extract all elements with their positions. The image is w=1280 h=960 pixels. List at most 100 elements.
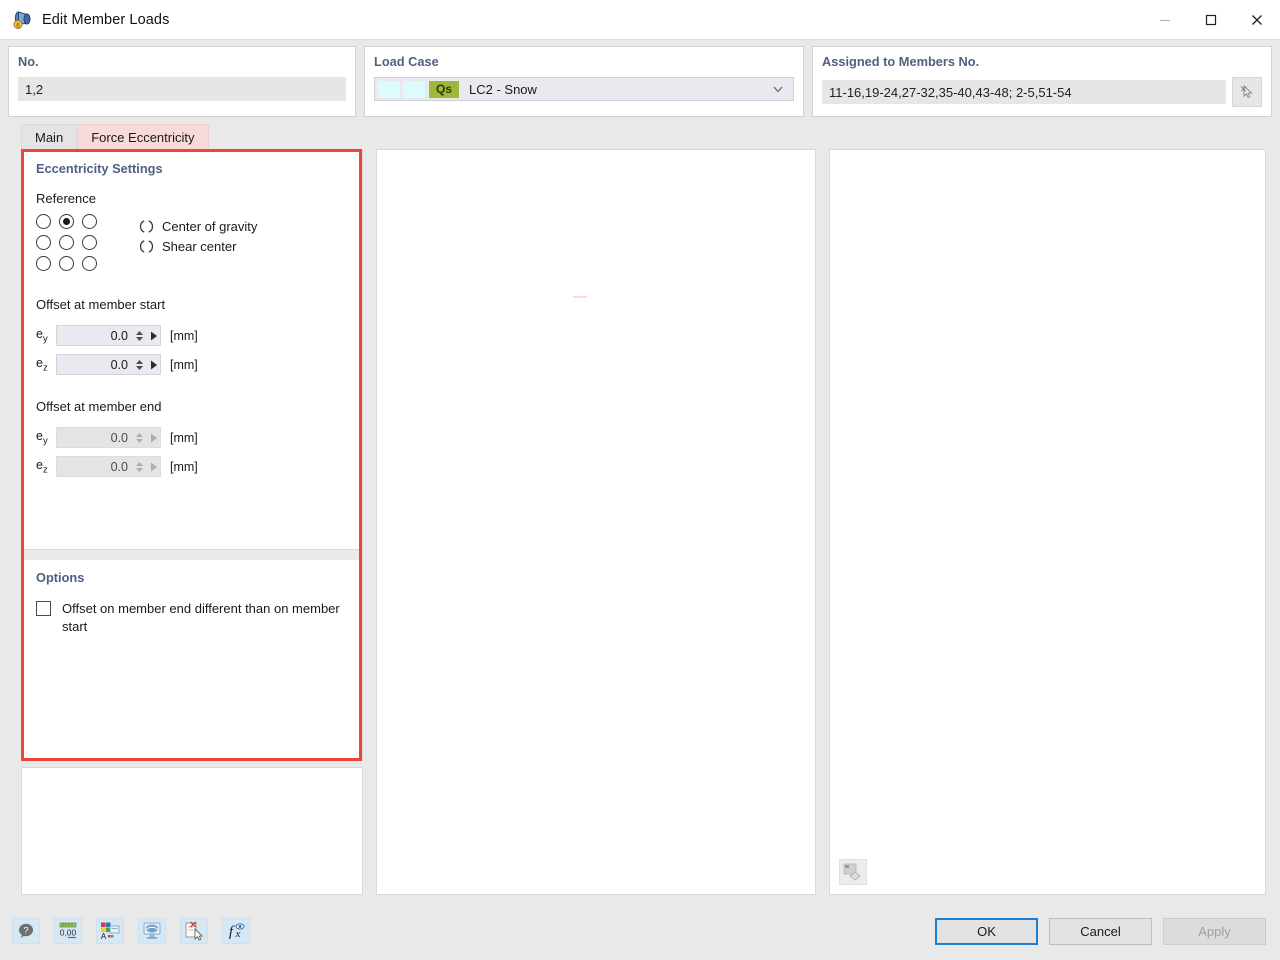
offset-different-checkbox-row[interactable]: Offset on member end different than on m… bbox=[36, 600, 348, 636]
minimize-icon bbox=[1160, 19, 1170, 21]
grid-radio-middle-left[interactable] bbox=[36, 235, 51, 250]
offset-end-ey-label: ey bbox=[36, 428, 48, 447]
spinner-up-down-icon bbox=[134, 432, 145, 443]
offset-start-ey-row: ey 0.0 [mm] bbox=[36, 321, 348, 350]
number-format-icon[interactable]: 0,00 bbox=[54, 918, 82, 944]
ok-button[interactable]: OK bbox=[935, 917, 1038, 945]
tabstrip: Main Force Eccentricity bbox=[0, 123, 1280, 149]
reference-label: Reference bbox=[36, 191, 96, 206]
no-group: No. 1,2 bbox=[8, 46, 356, 117]
edit-member-loads-dialog: 6 Edit Member Loads No. 1,2 Load Case Qs… bbox=[0, 0, 1280, 960]
load-case-tag: Qs bbox=[429, 80, 459, 98]
options-divider bbox=[22, 549, 362, 560]
svg-text:A: A bbox=[101, 932, 107, 941]
spinner-up-down-icon[interactable] bbox=[134, 359, 145, 370]
spinner-up-down-icon[interactable] bbox=[134, 330, 145, 341]
offset-start-ez-value: 0.0 bbox=[110, 357, 128, 372]
header-fields-row: No. 1,2 Load Case Qs LC2 - Snow Assigned… bbox=[0, 40, 1280, 121]
left-secondary-panel bbox=[21, 767, 363, 895]
assigned-members-field[interactable]: 11-16,19-24,27-32,35-40,43-48; 2-5,51-54 bbox=[822, 80, 1226, 104]
delete-document-icon[interactable] bbox=[180, 918, 208, 944]
assigned-members-group: Assigned to Members No. 11-16,19-24,27-3… bbox=[812, 46, 1272, 117]
no-group-title: No. bbox=[18, 54, 39, 69]
view-settings-icon[interactable] bbox=[138, 918, 166, 944]
svg-text:0,00: 0,00 bbox=[60, 928, 77, 938]
radio-unselected-icon bbox=[139, 219, 154, 234]
assigned-members-title: Assigned to Members No. bbox=[822, 54, 980, 69]
left-column: Eccentricity Settings Reference Center o… bbox=[21, 149, 363, 902]
reference-position-grid bbox=[36, 214, 105, 277]
offset-different-checkbox[interactable] bbox=[36, 601, 51, 616]
radio-unselected-icon bbox=[139, 239, 154, 254]
grid-radio-top-left[interactable] bbox=[36, 214, 51, 229]
tab-force-eccentricity[interactable]: Force Eccentricity bbox=[77, 124, 209, 149]
render-thumbnail-icon[interactable] bbox=[839, 859, 867, 885]
reference-option-label: Shear center bbox=[162, 238, 237, 254]
eccentricity-section-title: Eccentricity Settings bbox=[36, 161, 163, 176]
preview-marker bbox=[573, 296, 587, 298]
offset-start-ey-unit: [mm] bbox=[170, 328, 198, 343]
reference-option-label: Center of gravity bbox=[162, 218, 258, 234]
pick-cursor-icon bbox=[1240, 84, 1253, 99]
grid-radio-middle-right[interactable] bbox=[82, 235, 97, 250]
reference-options: Center of gravity Shear center bbox=[139, 214, 257, 277]
offset-start-ez-row: ez 0.0 [mm] bbox=[36, 350, 348, 379]
offset-end-ey-input[interactable]: 0.0 bbox=[56, 427, 161, 448]
close-icon bbox=[1252, 14, 1262, 25]
grid-radio-top-center[interactable] bbox=[59, 214, 74, 229]
offset-start-ey-value: 0.0 bbox=[110, 328, 128, 343]
offset-end-ez-label: ez bbox=[36, 457, 48, 476]
apply-button[interactable]: Apply bbox=[1163, 917, 1266, 945]
preview-panel[interactable] bbox=[376, 149, 816, 895]
offset-end-ey-unit: [mm] bbox=[170, 430, 198, 445]
spinner-up-down-icon bbox=[134, 461, 145, 472]
maximize-button[interactable] bbox=[1188, 0, 1234, 39]
offset-end-ez-unit: [mm] bbox=[170, 459, 198, 474]
load-case-group-title: Load Case bbox=[374, 54, 439, 69]
spinner-apply-icon[interactable] bbox=[147, 331, 160, 341]
eccentricity-settings-panel: Eccentricity Settings Reference Center o… bbox=[21, 149, 363, 761]
cancel-button[interactable]: Cancel bbox=[1049, 917, 1152, 945]
graphic-panel[interactable] bbox=[829, 149, 1266, 895]
offset-start-ez-label: ez bbox=[36, 355, 48, 374]
display-properties-icon[interactable]: A bbox=[96, 918, 124, 944]
pick-members-button[interactable] bbox=[1232, 77, 1262, 107]
grid-radio-bottom-left[interactable] bbox=[36, 256, 51, 271]
member-load-icon: 6 bbox=[11, 9, 33, 31]
load-case-group: Load Case Qs LC2 - Snow bbox=[364, 46, 804, 117]
no-value-field[interactable]: 1,2 bbox=[18, 77, 346, 101]
offset-start-title: Offset at member start bbox=[36, 297, 166, 312]
offset-end-ey-row: ey 0.0 [mm] bbox=[36, 423, 348, 452]
spinner-apply-icon[interactable] bbox=[147, 360, 160, 370]
tab-main[interactable]: Main bbox=[21, 124, 78, 149]
offset-start-ez-unit: [mm] bbox=[170, 357, 198, 372]
options-section: Options Offset on member end different t… bbox=[22, 560, 362, 760]
load-case-swatch-1 bbox=[378, 80, 400, 98]
eccentricity-section: Eccentricity Settings Reference Center o… bbox=[22, 150, 362, 481]
title-bar: 6 Edit Member Loads bbox=[0, 0, 1280, 40]
grid-radio-top-right[interactable] bbox=[82, 214, 97, 229]
chevron-down-icon bbox=[772, 83, 784, 95]
load-case-combobox[interactable]: Qs LC2 - Snow bbox=[374, 77, 794, 101]
reference-option-center-of-gravity[interactable]: Center of gravity bbox=[139, 216, 257, 236]
svg-text:?: ? bbox=[23, 926, 28, 936]
grid-radio-bottom-center[interactable] bbox=[59, 256, 74, 271]
grid-radio-bottom-right[interactable] bbox=[82, 256, 97, 271]
offset-member-start-group: Offset at member start ey 0.0 [mm] ez 0.… bbox=[36, 297, 348, 379]
svg-text:x: x bbox=[235, 928, 241, 940]
function-icon[interactable]: f x bbox=[222, 918, 250, 944]
assigned-members-row: 11-16,19-24,27-32,35-40,43-48; 2-5,51-54 bbox=[822, 77, 1262, 107]
help-icon[interactable]: ? bbox=[12, 918, 40, 944]
svg-text:6: 6 bbox=[16, 22, 20, 29]
close-button[interactable] bbox=[1234, 0, 1280, 39]
offset-start-ey-input[interactable]: 0.0 bbox=[56, 325, 161, 346]
offset-end-ez-input[interactable]: 0.0 bbox=[56, 456, 161, 477]
reference-option-shear-center[interactable]: Shear center bbox=[139, 236, 257, 256]
right-column bbox=[829, 149, 1266, 902]
svg-text:f: f bbox=[229, 924, 235, 940]
offset-start-ez-input[interactable]: 0.0 bbox=[56, 354, 161, 375]
minimize-button[interactable] bbox=[1142, 0, 1188, 39]
options-section-title: Options bbox=[36, 570, 85, 585]
grid-radio-middle-center[interactable] bbox=[59, 235, 74, 250]
offset-end-ez-value: 0.0 bbox=[110, 459, 128, 474]
